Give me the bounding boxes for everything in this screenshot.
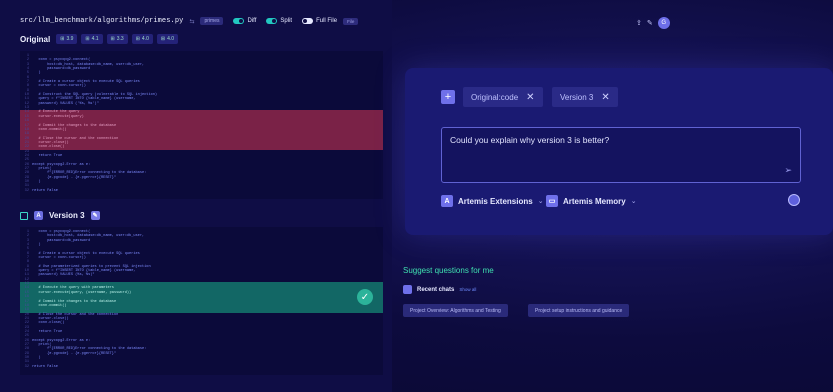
diff-toggle[interactable]: Diff [233, 18, 256, 24]
recent-chat-item[interactable]: Project setup instructions and guidance [528, 304, 630, 317]
toggle-switch-icon [266, 18, 278, 24]
code-text: return False [32, 364, 58, 369]
score-chip: ⊞ 4.1 [81, 34, 103, 44]
score-icon: ⊞ [60, 36, 65, 42]
score-icon: ⊞ [110, 36, 115, 42]
score-icon: ⊞ [135, 36, 140, 42]
score-chips: ⊞ 3.9 ⊞ 4.1 ⊞ 3.3 ⊞ 4.0 ⊞ 4.0 [56, 34, 179, 44]
code-line: 32 return False [20, 365, 383, 369]
code-text: return False [32, 188, 58, 193]
file-header: src/llm_benchmark/algorithms/primes.py ⇆… [20, 17, 359, 25]
score-icon: ⊞ [160, 36, 166, 42]
full-file-toggle[interactable]: Full File [302, 18, 337, 24]
code-text: ) [32, 243, 41, 248]
show-all-link[interactable]: Show all [459, 287, 476, 292]
accept-check-icon[interactable]: ✓ [357, 289, 373, 305]
score-chip: ⊞ 3.9 [56, 34, 78, 44]
score-value: 4.1 [91, 36, 99, 42]
diff-label: Diff [247, 18, 257, 24]
version3-title: Version 3 [49, 211, 85, 220]
split-toggle[interactable]: Split [266, 18, 292, 24]
code-text: conn.commit() [32, 303, 67, 308]
score-value: 4.0 [167, 36, 175, 42]
close-icon[interactable]: ✕ [601, 92, 609, 103]
file-tag: primes [200, 17, 224, 25]
original-code-block: 12 conn = psycopg2.connect(3 host=db_hos… [20, 51, 383, 199]
code-text: ) [32, 71, 41, 76]
chevron-down-icon: ⌄ [630, 198, 637, 205]
code-text: ) [32, 179, 41, 184]
add-context-button[interactable]: + [441, 90, 455, 104]
context-chip-version3[interactable]: Version 3 ✕ [552, 87, 618, 107]
context-chip-label: Version 3 [560, 92, 594, 102]
code-text: cursor = conn.cursor() [32, 84, 86, 89]
swap-icon[interactable]: ⇆ [189, 18, 194, 25]
version3-section-title: A Version 3 ✎ [20, 211, 100, 220]
extensions-label: Artemis Extensions [458, 196, 533, 206]
toggle-switch-icon [233, 18, 245, 24]
full-file-tag: File [343, 17, 359, 25]
code-text: conn.close() [32, 145, 65, 150]
code-text: return True [32, 329, 63, 334]
app-root: src/llm_benchmark/algorithms/primes.py ⇆… [0, 0, 833, 392]
original-section-title: Original ⊞ 3.9 ⊞ 4.1 ⊞ 3.3 ⊞ 4.0 ⊞ 4.0 [20, 34, 179, 44]
memory-label: Artemis Memory [563, 196, 626, 206]
code-text: ) [32, 355, 41, 360]
extensions-dropdown[interactable]: A Artemis Extensions ⌄ [441, 195, 544, 207]
code-text: {e.pgcode} - {e.pgerror}{RESET}" [32, 175, 117, 180]
original-title: Original [20, 34, 51, 44]
score-value: 3.3 [116, 36, 124, 42]
toggle-switch-icon [302, 18, 314, 24]
suggest-questions-link[interactable]: Suggest questions for me [403, 266, 494, 275]
chat-input[interactable]: Could you explain why version 3 is bette… [441, 127, 801, 183]
chat-panel: + Original:code ✕ Version 3 ✕ Could you ex… [405, 68, 833, 235]
context-chip-original[interactable]: Original:code ✕ [463, 87, 543, 107]
chat-icon [403, 285, 412, 294]
chat-input-text: Could you explain why version 3 is bette… [450, 135, 610, 145]
code-text: cursor = conn.cursor() [32, 256, 86, 261]
code-text: cursor.execute(query) [32, 114, 84, 119]
folder-icon: ▭ [546, 195, 558, 207]
chevron-down-icon: ⌄ [537, 198, 544, 205]
code-text: password) VALUES ('%s, %s')" [32, 101, 99, 106]
file-path: src/llm_benchmark/algorithms/primes.py [20, 17, 184, 25]
code-text: password) VALUES (%s, %s)" [32, 273, 95, 278]
code-line: 32 return False [20, 189, 383, 193]
recent-chat-item[interactable]: Project Overview: Algorithms and Testing [403, 304, 508, 317]
history-icon[interactable] [788, 194, 800, 206]
share-icon[interactable]: ⇪ [636, 19, 642, 27]
score-chip: ⊞ 4.0 [156, 34, 179, 44]
memory-dropdown[interactable]: ▭ Artemis Memory ⌄ [546, 195, 637, 207]
code-text: conn.close() [32, 321, 65, 326]
score-chip: ⊞ 3.3 [106, 34, 128, 44]
score-chip: ⊞ 4.0 [131, 34, 153, 44]
score-value: 4.0 [141, 36, 149, 42]
line-number: 32 [24, 364, 29, 369]
edit-icon[interactable]: ✎ [90, 211, 100, 220]
close-icon[interactable]: ✕ [526, 92, 534, 103]
select-icon[interactable] [20, 211, 28, 220]
line-number: 32 [24, 188, 29, 193]
header-actions: ⇪ ✎ G [636, 17, 670, 29]
code-text: {e.pgcode} - {e.pgerror}{RESET}" [32, 351, 117, 356]
score-icon: ⊞ [85, 36, 90, 42]
code-text: return True [32, 153, 63, 158]
recent-chats-header: Recent chats Show all [403, 285, 476, 294]
code-text: cursor.execute(query, (username, passwor… [32, 290, 132, 295]
send-icon[interactable]: ➢ [784, 165, 792, 176]
recent-chats-label: Recent chats [417, 286, 455, 293]
pin-icon[interactable]: ✎ [647, 19, 653, 27]
score-value: 3.9 [66, 36, 74, 42]
extensions-icon: A [441, 195, 453, 207]
version-icon: A [34, 211, 43, 220]
full-file-label: Full File [316, 18, 338, 24]
context-chip-label: Original:code [471, 92, 519, 102]
split-label: Split [280, 18, 293, 24]
avatar[interactable]: G [657, 17, 670, 29]
version3-code-block: 1 conn = psycopg2.connect(2 host=db_host… [20, 227, 383, 375]
code-text: conn.commit() [32, 127, 67, 132]
